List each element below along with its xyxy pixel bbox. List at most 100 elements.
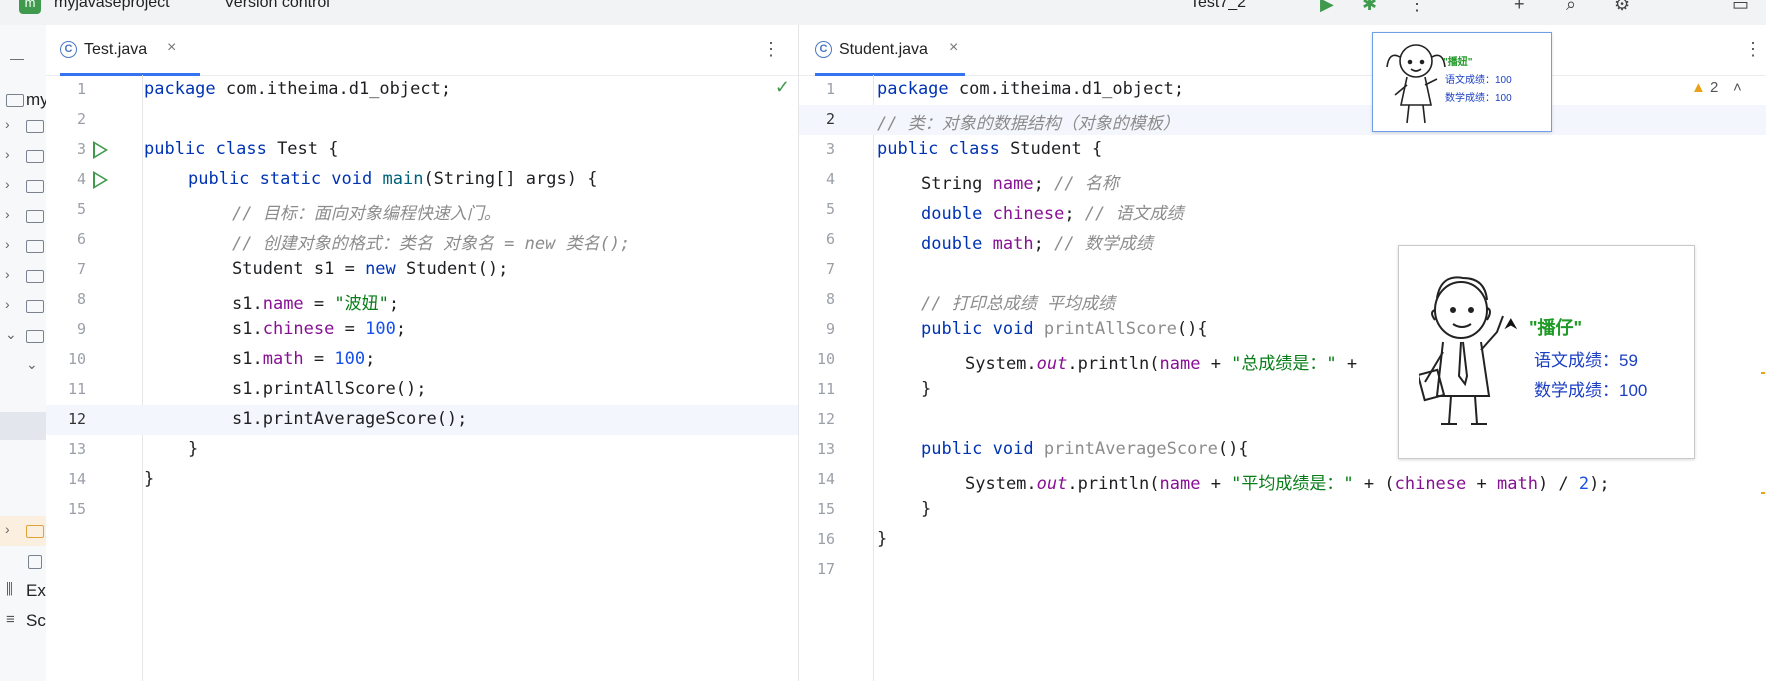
sidebar-item-label: Ex <box>26 581 46 600</box>
window-icon[interactable]: ▭ <box>1732 0 1749 15</box>
tree-node[interactable]: ⌄ <box>0 351 46 381</box>
warning-stripe-marker[interactable] <box>1761 492 1765 494</box>
code-line-current[interactable]: 12 s1.printAverageScore(); <box>46 405 798 435</box>
code-line[interactable]: 16 } <box>799 525 1766 555</box>
code-line[interactable]: 5 double chinese; // 语文成绩 <box>799 195 1766 225</box>
code-line[interactable]: 14 System.out.println(name + "平均成绩是：" + … <box>799 465 1766 495</box>
settings-icon[interactable]: ⚙ <box>1614 0 1630 15</box>
warning-indicator[interactable]: ▲ 2 <box>1691 79 1718 96</box>
warning-stripe-marker[interactable] <box>1761 372 1765 374</box>
code-line[interactable]: 15 } <box>799 495 1766 525</box>
student-name: "播妞" <box>1443 57 1473 68</box>
code-line[interactable]: 8 s1.name = "波妞"; <box>46 285 798 315</box>
tree-node[interactable]: › <box>0 261 46 291</box>
folder-icon <box>26 150 44 163</box>
run-gutter-icon[interactable] <box>93 141 108 159</box>
code-text: } <box>188 439 199 459</box>
file-icon <box>28 555 42 569</box>
code-text: public class Student { <box>877 139 1102 159</box>
code-token: .println( <box>1067 354 1160 374</box>
tree-node-file[interactable] <box>0 546 46 576</box>
folder-icon <box>26 180 44 193</box>
folder-icon <box>26 330 44 343</box>
tree-node[interactable]: › <box>0 171 46 201</box>
tree-node[interactable]: › <box>0 111 46 141</box>
math-score-text: 数学成绩：100 <box>1534 381 1648 400</box>
chevron-down-icon: ⌄ <box>5 326 17 342</box>
code-line[interactable]: 4 String name; // 名称 <box>799 165 1766 195</box>
add-user-icon[interactable]: + <box>1514 0 1525 15</box>
tree-node[interactable]: › <box>0 201 46 231</box>
tree-node[interactable]: › <box>0 291 46 321</box>
comment: // 数学成绩 <box>1054 234 1153 254</box>
close-icon[interactable]: × <box>949 39 958 57</box>
debug-icon[interactable]: ✱ <box>1362 0 1377 15</box>
chevron-right-icon: › <box>5 236 10 252</box>
code-token: Student { <box>999 139 1103 159</box>
more-icon[interactable]: ⋮ <box>1744 39 1762 60</box>
chevron-right-icon: › <box>5 176 10 192</box>
code-line[interactable]: 3 public class Test { <box>46 135 798 165</box>
code-line[interactable]: 1 package com.itheima.d1_object; ✓ <box>46 75 798 105</box>
run-config-selector[interactable]: Test7_2 <box>1190 0 1246 12</box>
line-number: 12 <box>816 410 835 428</box>
code-line[interactable]: 4 public static void main(String[] args)… <box>46 165 798 195</box>
comment: // 打印总成绩 平均成绩 <box>921 294 1115 314</box>
code-line-current[interactable]: 2 // 类：对象的数据结构（对象的模板） <box>799 105 1766 135</box>
run-icon[interactable]: ▶ <box>1320 0 1334 15</box>
code-line[interactable]: 15 <box>46 495 798 525</box>
code-line[interactable]: 3 public class Student { <box>799 135 1766 165</box>
code-text: package com.itheima.d1_object; <box>144 79 451 99</box>
code-line[interactable]: 14 } <box>46 465 798 495</box>
code-token: + <box>1336 354 1358 374</box>
code-token: System. <box>965 354 1037 374</box>
project-badge[interactable]: m <box>19 0 41 14</box>
tree-node-excluded[interactable]: › <box>0 516 46 546</box>
code-line[interactable]: 5 // 目标：面向对象编程快速入门。 <box>46 195 798 225</box>
line-number: 2 <box>76 110 86 128</box>
run-gutter-icon[interactable] <box>93 171 108 189</box>
code-line[interactable]: 9 s1.chinese = 100; <box>46 315 798 345</box>
version-control-menu[interactable]: Version control <box>224 0 330 12</box>
tree-node-expanded[interactable]: ⌄ <box>0 321 46 351</box>
more-icon[interactable]: ⋮ <box>1408 0 1426 15</box>
close-icon[interactable]: × <box>167 39 176 57</box>
string-literal: "平均成绩是：" <box>1231 474 1354 494</box>
more-icon[interactable]: ⋮ <box>762 39 780 60</box>
tree-node[interactable]: › <box>0 231 46 261</box>
tab-label: Test.java <box>84 41 148 58</box>
field-name: name <box>992 174 1034 194</box>
keyword: public void <box>921 439 1044 459</box>
line-number: 2 <box>825 110 835 128</box>
code-editor[interactable]: 1 package com.itheima.d1_object; ✓ 2 3 p… <box>46 75 798 681</box>
code-line[interactable]: 11 s1.printAllScore(); <box>46 375 798 405</box>
sidebar-collapse[interactable]: — <box>0 45 46 75</box>
code-line[interactable]: 10 s1.math = 100; <box>46 345 798 375</box>
static-field: out <box>1036 474 1068 494</box>
tree-node[interactable]: › <box>0 141 46 171</box>
code-line[interactable]: 13 } <box>46 435 798 465</box>
folder-icon <box>26 120 44 133</box>
line-number: 5 <box>825 200 835 218</box>
sidebar-item-scratches[interactable]: ≡ Sc <box>0 606 46 636</box>
code-token: .println( <box>1067 474 1160 494</box>
code-line[interactable]: 1 package com.itheima.d1_object; ▲ 2 ˄ <box>799 75 1766 105</box>
line-number: 7 <box>825 260 835 278</box>
code-line[interactable]: 6 // 创建对象的格式：类名 对象名 = new 类名(); <box>46 225 798 255</box>
code-line[interactable]: 7 Student s1 = new Student(); <box>46 255 798 285</box>
line-number: 15 <box>816 500 835 518</box>
code-text: s1.printAllScore(); <box>232 379 427 399</box>
code-line[interactable]: 17 <box>799 555 1766 585</box>
tab-test-java[interactable]: C Test.java × <box>60 25 250 76</box>
line-number: 10 <box>67 350 86 368</box>
code-line[interactable]: 2 <box>46 105 798 135</box>
code-token: ); <box>1589 474 1610 494</box>
code-token: ; <box>1033 234 1055 254</box>
line-number: 14 <box>816 470 835 488</box>
project-name[interactable]: myjavaseproject <box>54 0 170 12</box>
tree-node-selected[interactable] <box>0 412 46 440</box>
search-icon[interactable]: ⌕ <box>1566 0 1576 15</box>
tab-student-java[interactable]: C Student.java × <box>815 25 1015 76</box>
sidebar-item-external-libraries[interactable]: ⫼ Ex <box>0 576 46 606</box>
chevron-up-icon[interactable]: ˄ <box>1733 79 1742 96</box>
